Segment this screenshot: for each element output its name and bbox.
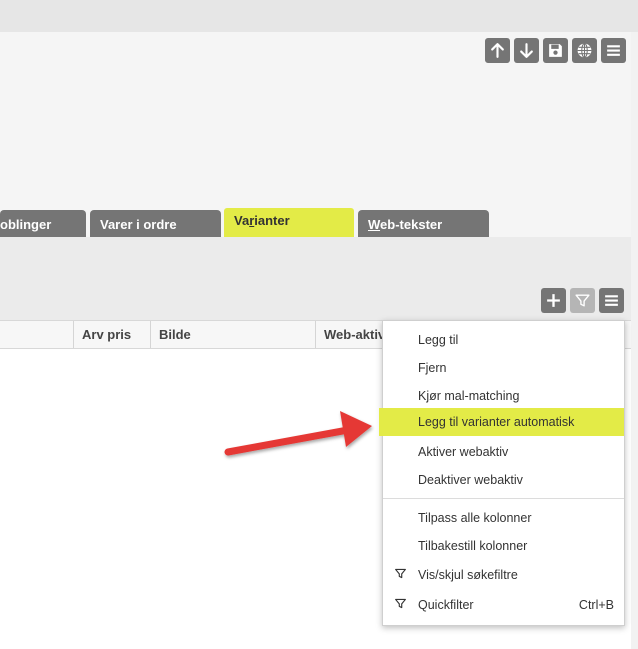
tab-label: Varianter <box>234 213 290 228</box>
menu-item-kjor-mal-matching[interactable]: Kjør mal-matching <box>383 382 624 410</box>
column-header-bilde[interactable]: Bilde <box>150 321 315 348</box>
menu-item-tilpass-alle-kolonner[interactable]: Tilpass alle kolonner <box>383 504 624 532</box>
menu-item-label: Tilbakestill kolonner <box>418 539 528 553</box>
grid-toolbar <box>541 288 624 313</box>
menu-item-label: Deaktiver webaktiv <box>418 473 523 487</box>
menu-item-label: Fjern <box>418 361 447 375</box>
tab-varianter[interactable]: Varianter <box>224 208 354 237</box>
arrow-up-icon <box>491 43 504 58</box>
menu-item-vis-skjul-sokefiltre[interactable]: Vis/skjul søkefiltre <box>383 561 624 589</box>
menu-item-deaktiver-webaktiv[interactable]: Deaktiver webaktiv <box>383 466 624 494</box>
menu-item-label: Legg til varianter automatisk <box>418 415 575 429</box>
menu-separator <box>383 498 624 499</box>
arrow-down-icon <box>520 43 533 58</box>
menu-item-label: Tilpass alle kolonner <box>418 511 532 525</box>
add-button[interactable] <box>541 288 566 313</box>
globe-icon <box>577 43 592 58</box>
menu-item-aktiver-webaktiv[interactable]: Aktiver webaktiv <box>383 438 624 466</box>
menu-item-label: Quickfilter <box>418 598 474 612</box>
menu-item-shortcut: Ctrl+B <box>578 598 614 612</box>
menu-icon <box>607 45 620 56</box>
tab-label: Varer i ordre <box>100 217 177 232</box>
scrollbar-track[interactable] <box>631 32 638 649</box>
move-up-button[interactable] <box>485 38 510 63</box>
variants-panel <box>0 237 631 321</box>
column-header-arv-pris[interactable]: Arv pris <box>73 321 150 348</box>
menu-item-fjern[interactable]: Fjern <box>383 354 624 382</box>
main-menu-button[interactable] <box>601 38 626 63</box>
menu-item-label: Aktiver webaktiv <box>418 445 509 459</box>
filter-button[interactable] <box>570 288 595 313</box>
tab-label: oblinger <box>0 217 52 232</box>
save-button[interactable] <box>543 38 568 63</box>
menu-item-label: Kjør mal-matching <box>418 389 520 403</box>
menu-item-label: Legg til <box>418 333 459 347</box>
filter-icon <box>395 598 406 609</box>
grid-menu-button[interactable] <box>599 288 624 313</box>
menu-item-legg-til-varianter-automatisk[interactable]: Legg til varianter automatisk <box>379 408 624 436</box>
context-menu: Legg til Fjern Kjør mal-matching Legg ti… <box>379 320 625 626</box>
top-bar <box>0 0 638 32</box>
save-icon <box>549 44 562 57</box>
menu-item-label: Vis/skjul søkefiltre <box>418 568 518 582</box>
web-button[interactable] <box>572 38 597 63</box>
tab-label: Web-tekster <box>368 217 443 232</box>
move-down-button[interactable] <box>514 38 539 63</box>
tab-varer-i-ordre[interactable]: Varer i ordre <box>90 210 221 237</box>
menu-item-quickfilter[interactable]: Quickfilter Ctrl+B <box>383 591 624 619</box>
plus-icon <box>547 294 560 307</box>
filter-icon <box>395 568 406 579</box>
menu-item-legg-til[interactable]: Legg til <box>383 326 624 354</box>
tab-web-tekster[interactable]: Web-tekster <box>358 210 489 237</box>
menu-icon <box>605 295 618 306</box>
filter-icon <box>575 294 590 307</box>
top-toolbar <box>485 38 626 63</box>
tab-koblinger[interactable]: oblinger <box>0 210 86 237</box>
menu-item-tilbakestill-kolonner[interactable]: Tilbakestill kolonner <box>383 532 624 560</box>
